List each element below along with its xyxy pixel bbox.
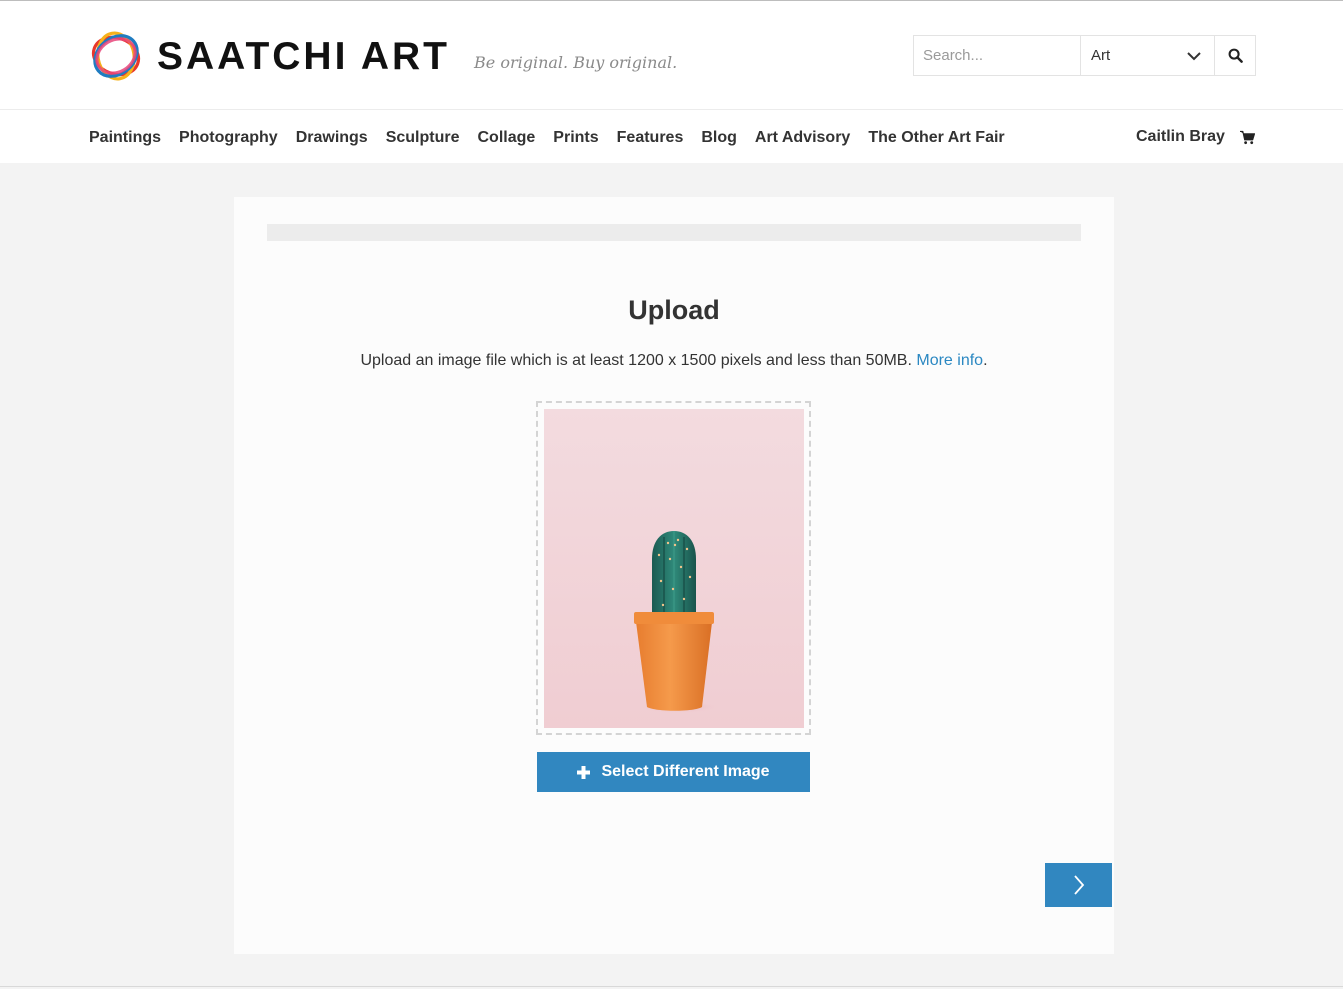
uploaded-image-preview	[544, 409, 804, 728]
nav-item-paintings[interactable]: Paintings	[89, 129, 161, 147]
user-menu[interactable]: Caitlin Bray	[1136, 128, 1225, 146]
image-dropzone[interactable]	[536, 401, 811, 735]
brand-tagline: Be original. Buy original.	[474, 53, 678, 72]
site-header: SAATCHI ART Be original. Buy original. A…	[0, 0, 1343, 163]
nav-item-blog[interactable]: Blog	[701, 129, 737, 147]
plus-icon	[577, 765, 591, 779]
search-category-select[interactable]: Art	[1080, 36, 1216, 75]
chevron-down-icon	[1187, 52, 1201, 61]
upload-card: Upload Upload an image file which is at …	[234, 197, 1114, 954]
next-step-button[interactable]	[1045, 863, 1112, 907]
nav-item-prints[interactable]: Prints	[553, 129, 598, 147]
select-different-image-button[interactable]: Select Different Image	[537, 752, 810, 792]
description-period: .	[983, 352, 988, 369]
nav-item-art-advisory[interactable]: Art Advisory	[755, 129, 850, 147]
search-bar: Art	[913, 35, 1256, 76]
nav-item-drawings[interactable]: Drawings	[296, 129, 368, 147]
nav-item-photography[interactable]: Photography	[179, 129, 278, 147]
search-button[interactable]	[1215, 36, 1255, 75]
nav-item-sculpture[interactable]: Sculpture	[386, 129, 460, 147]
upload-progress-bar	[267, 224, 1081, 241]
select-different-image-label: Select Different Image	[601, 763, 770, 780]
more-info-link[interactable]: More info	[916, 352, 983, 369]
upload-description-text: Upload an image file which is at least 1…	[360, 352, 912, 369]
nav-item-other-art-fair[interactable]: The Other Art Fair	[868, 129, 1004, 147]
header-top-bar: SAATCHI ART Be original. Buy original. A…	[0, 1, 1343, 110]
brand-name: SAATCHI ART	[157, 34, 450, 78]
page-title: Upload	[628, 295, 720, 325]
search-category-value: Art	[1091, 47, 1111, 64]
cart-icon[interactable]	[1240, 130, 1255, 145]
search-icon	[1228, 48, 1243, 63]
upload-instructions: Upload an image file which is at least 1…	[234, 352, 1114, 370]
search-input[interactable]	[914, 36, 1080, 75]
nav-item-features[interactable]: Features	[617, 129, 684, 147]
chevron-right-icon	[1073, 875, 1084, 895]
logo-link[interactable]: SAATCHI ART	[89, 29, 450, 83]
main-nav: Paintings Photography Drawings Sculpture…	[0, 111, 1343, 164]
nav-item-collage[interactable]: Collage	[478, 129, 536, 147]
saatchi-logo-icon	[91, 31, 141, 81]
footer-divider	[0, 986, 1343, 987]
nav-list: Paintings Photography Drawings Sculpture…	[89, 111, 1023, 164]
